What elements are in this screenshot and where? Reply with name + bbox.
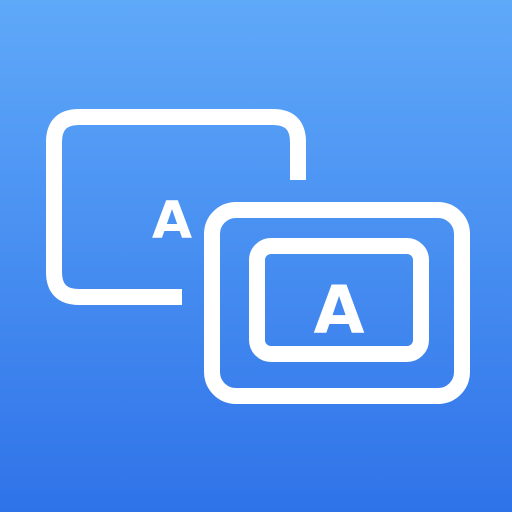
app-icon: A A — [0, 0, 512, 512]
front-window-letter: A — [313, 272, 364, 349]
window-resize-text-icon: A A — [46, 109, 470, 404]
back-window-letter: A — [152, 191, 192, 251]
